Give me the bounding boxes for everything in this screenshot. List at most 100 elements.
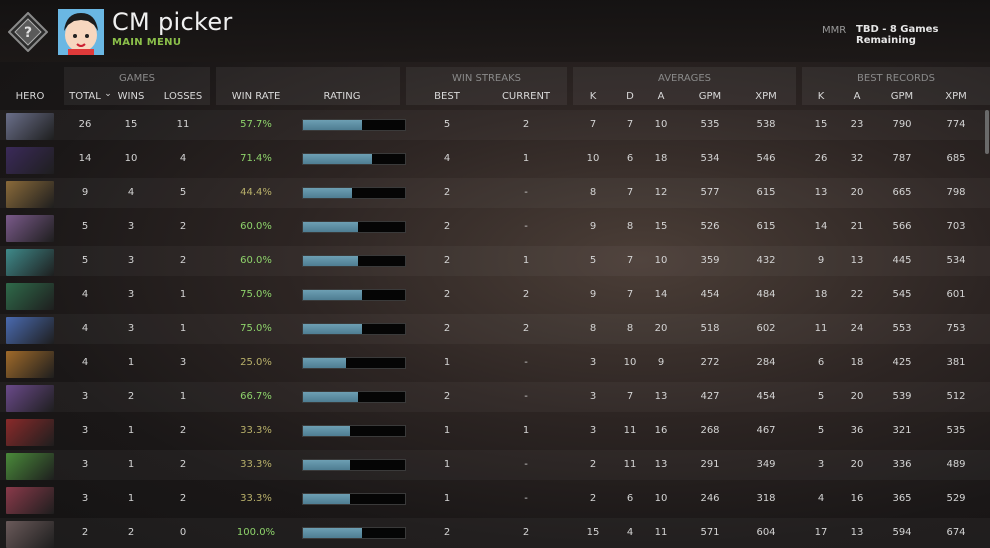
cell-total: 3 (81, 391, 89, 402)
cell-xpm: 454 (756, 391, 776, 402)
cell-best-a: 24 (850, 323, 864, 334)
table-row[interactable]: 3 1 2 33.3% 1 - 2 6 10 246 318 4 16 365 529 (0, 484, 990, 514)
col-rating[interactable]: RATING (312, 91, 372, 102)
hero-portrait-icon[interactable] (6, 249, 54, 276)
table-row[interactable]: 14 10 4 71.4% 4 1 10 6 18 534 546 26 32 787 685 (0, 144, 990, 174)
table-row[interactable]: 9 4 5 44.4% 2 - 8 7 12 577 615 13 20 665 798 (0, 178, 990, 208)
hero-portrait-icon[interactable] (6, 453, 54, 480)
cell-wins: 1 (127, 425, 135, 436)
cell-win-rate: 44.4% (240, 187, 272, 198)
cell-losses: 2 (179, 425, 187, 436)
cell-best-gpm: 787 (892, 153, 912, 164)
cell-wins: 3 (127, 323, 135, 334)
cell-a: 13 (654, 459, 668, 470)
table-row[interactable]: 4 3 1 75.0% 2 2 8 8 20 518 602 11 24 553 753 (0, 314, 990, 344)
col-best-a[interactable]: A (848, 91, 866, 102)
hero-portrait-icon[interactable] (6, 113, 54, 140)
table-row[interactable]: 3 2 1 66.7% 2 - 3 7 13 427 454 5 20 539 512 (0, 382, 990, 412)
cell-losses: 4 (179, 153, 187, 164)
table-row[interactable]: 4 1 3 25.0% 1 - 3 10 9 272 284 6 18 425 381 (0, 348, 990, 378)
table-row[interactable]: 5 3 2 60.0% 2 - 9 8 15 526 615 14 21 566 703 (0, 212, 990, 242)
cell-best-xpm: 529 (946, 493, 966, 504)
col-losses[interactable]: LOSSES (160, 91, 206, 102)
rating-bar-fill (303, 426, 350, 436)
cell-losses: 2 (179, 493, 187, 504)
cell-best-gpm: 594 (892, 527, 912, 538)
scrollbar[interactable] (985, 110, 989, 154)
hero-portrait-icon[interactable] (6, 181, 54, 208)
hero-portrait-icon[interactable] (6, 521, 54, 548)
cell-k: 15 (586, 527, 600, 538)
rating-bar (302, 459, 406, 471)
rating-bar-fill (303, 222, 358, 232)
cell-d: 10 (623, 357, 637, 368)
col-best-k[interactable]: K (812, 91, 830, 102)
cell-best: 1 (443, 493, 451, 504)
cell-gpm: 577 (700, 187, 720, 198)
col-avg-a[interactable]: A (652, 91, 670, 102)
col-hero[interactable]: HERO (8, 91, 52, 102)
hero-portrait-icon[interactable] (6, 385, 54, 412)
hero-portrait-icon[interactable] (6, 419, 54, 446)
main-menu-link[interactable]: MAIN MENU (112, 37, 181, 48)
cell-a: 18 (654, 153, 668, 164)
col-current-streak[interactable]: CURRENT (496, 91, 556, 102)
cell-total: 4 (81, 289, 89, 300)
hero-portrait-icon[interactable] (6, 147, 54, 174)
table-row[interactable]: 2 2 0 100.0% 2 2 15 4 11 571 604 17 13 594 674 (0, 518, 990, 548)
rating-bar-fill (303, 324, 362, 334)
cell-losses: 1 (179, 391, 187, 402)
table-row[interactable]: 3 1 2 33.3% 1 - 2 11 13 291 349 3 20 336 489 (0, 450, 990, 480)
col-best-streak[interactable]: BEST (428, 91, 466, 102)
cell-current: - (524, 221, 528, 232)
cell-best-gpm: 425 (892, 357, 912, 368)
col-win-rate[interactable]: WIN RATE (225, 91, 287, 102)
col-avg-gpm[interactable]: GPM (690, 91, 730, 102)
hero-portrait-icon[interactable] (6, 215, 54, 242)
sort-arrow-icon: ⌄ (104, 89, 112, 99)
cell-a: 10 (654, 493, 668, 504)
cell-total: 2 (81, 527, 89, 538)
cell-best-xpm: 601 (946, 289, 966, 300)
avatar-icon[interactable] (58, 9, 104, 55)
col-avg-xpm[interactable]: XPM (746, 91, 786, 102)
col-wins[interactable]: WINS (113, 91, 149, 102)
cell-total: 3 (81, 493, 89, 504)
cell-best-xpm: 489 (946, 459, 966, 470)
cell-wins: 4 (127, 187, 135, 198)
cell-wins: 3 (127, 221, 135, 232)
cell-k: 8 (589, 187, 597, 198)
cell-best-xpm: 774 (946, 119, 966, 130)
cell-total: 14 (78, 153, 92, 164)
cell-gpm: 571 (700, 527, 720, 538)
table-row[interactable]: 3 1 2 33.3% 1 1 3 11 16 268 467 5 36 321 535 (0, 416, 990, 446)
cell-current: - (524, 187, 528, 198)
cell-k: 8 (589, 323, 597, 334)
cell-total: 5 (81, 221, 89, 232)
table-row[interactable]: 5 3 2 60.0% 2 1 5 7 10 359 432 9 13 445 534 (0, 246, 990, 276)
cell-total: 4 (81, 323, 89, 334)
cell-current: 2 (522, 119, 530, 130)
cell-xpm: 615 (756, 187, 776, 198)
top-bar: ? CM picker MAIN MENU MMR TBD - 8 Games … (0, 0, 990, 62)
cell-d: 11 (623, 425, 637, 436)
table-row[interactable]: 26 15 11 57.7% 5 2 7 7 10 535 538 15 23 790 774 (0, 110, 990, 140)
col-best-xpm[interactable]: XPM (936, 91, 976, 102)
cell-best-k: 5 (817, 391, 825, 402)
hero-portrait-icon[interactable] (6, 317, 54, 344)
hero-portrait-icon[interactable] (6, 487, 54, 514)
col-best-gpm[interactable]: GPM (882, 91, 922, 102)
col-avg-k[interactable]: K (584, 91, 602, 102)
col-avg-d[interactable]: D (621, 91, 639, 102)
cell-d: 7 (626, 289, 634, 300)
col-total[interactable]: TOTAL (66, 91, 104, 102)
cell-a: 10 (654, 255, 668, 266)
cell-win-rate: 57.7% (240, 119, 272, 130)
cell-best-gpm: 539 (892, 391, 912, 402)
hero-portrait-icon[interactable] (6, 351, 54, 378)
cell-d: 7 (626, 255, 634, 266)
cell-wins: 1 (127, 357, 135, 368)
table-row[interactable]: 4 3 1 75.0% 2 2 9 7 14 454 484 18 22 545 601 (0, 280, 990, 310)
win-streaks-group-label: WIN STREAKS (452, 73, 521, 84)
hero-portrait-icon[interactable] (6, 283, 54, 310)
